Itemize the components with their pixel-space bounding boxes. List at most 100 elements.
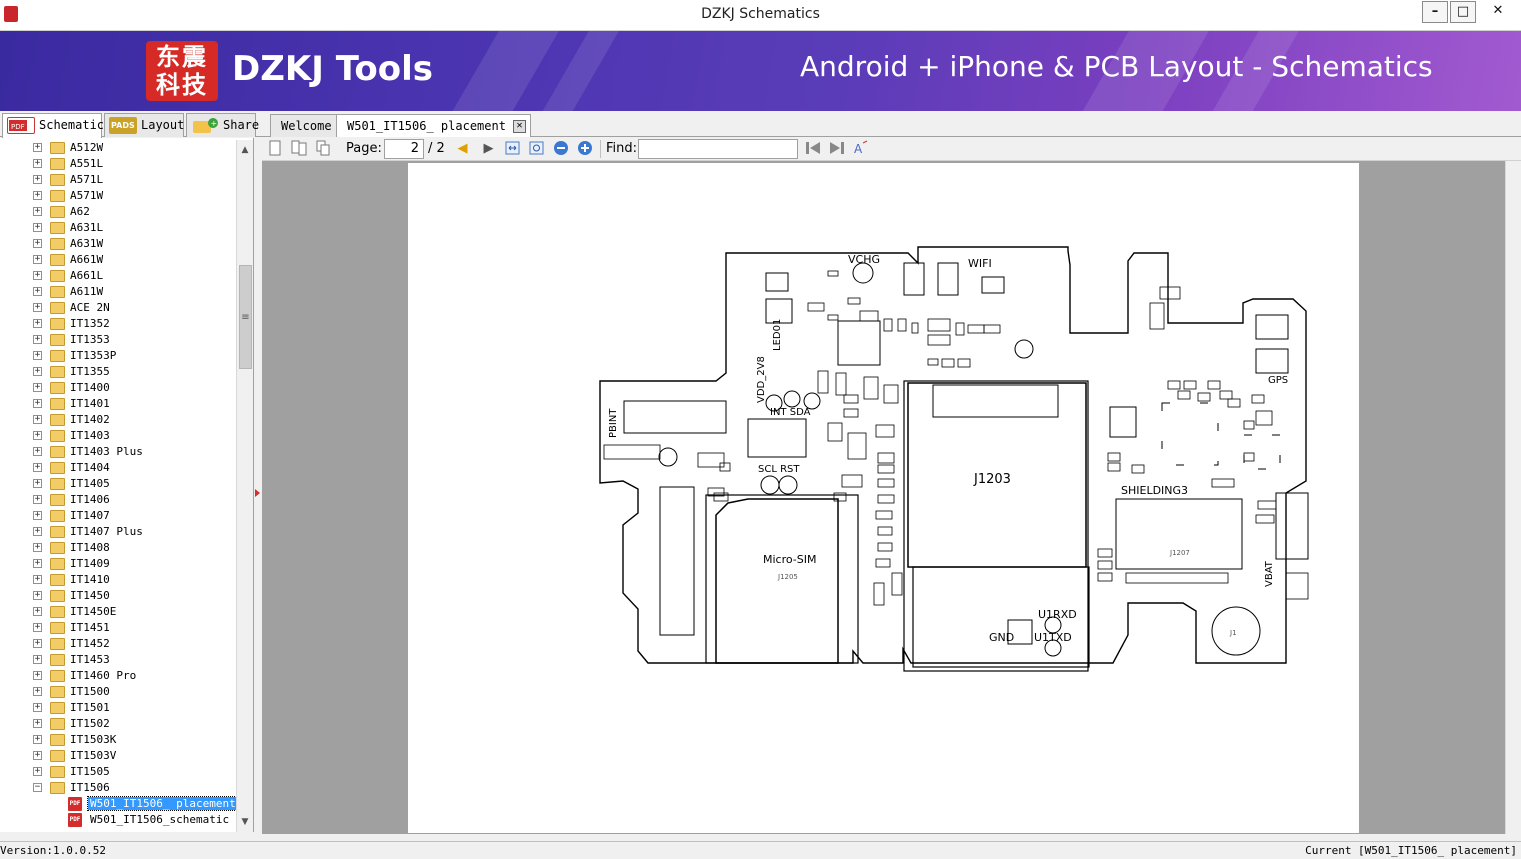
tree-folder-item[interactable]: + IT1353 xyxy=(0,332,236,348)
expand-icon[interactable]: + xyxy=(33,303,42,312)
expand-icon[interactable]: + xyxy=(33,655,42,664)
expand-icon[interactable]: + xyxy=(33,639,42,648)
minimize-button[interactable]: – xyxy=(1422,1,1448,23)
expand-icon[interactable]: + xyxy=(33,191,42,200)
expand-icon[interactable]: + xyxy=(33,623,42,632)
zoom-out-icon[interactable] xyxy=(552,140,569,157)
tree-folder-item[interactable]: + IT1405 xyxy=(0,476,236,492)
tab-schematic[interactable]: PDF Schematic xyxy=(2,113,104,138)
collapse-arrow-icon[interactable] xyxy=(255,489,260,497)
expand-icon[interactable]: + xyxy=(33,431,42,440)
expand-icon[interactable]: + xyxy=(33,607,42,616)
fit-page-icon[interactable] xyxy=(528,140,545,157)
expand-icon[interactable]: + xyxy=(33,575,42,584)
expand-icon[interactable]: + xyxy=(33,223,42,232)
tree-folder-item[interactable]: + A571W xyxy=(0,188,236,204)
tree-folder-item[interactable]: + ACE 2N xyxy=(0,300,236,316)
tree-folder-item[interactable]: + IT1453 xyxy=(0,652,236,668)
two-page-icon[interactable] xyxy=(290,140,307,157)
expand-icon[interactable]: + xyxy=(33,767,42,776)
expand-icon[interactable]: + xyxy=(33,351,42,360)
tree-folder-item[interactable]: + IT1406 xyxy=(0,492,236,508)
expand-icon[interactable]: + xyxy=(33,527,42,536)
tree-folder-item[interactable]: + IT1403 Plus xyxy=(0,444,236,460)
tree-folder-item[interactable]: + IT1503K xyxy=(0,732,236,748)
tree-folder-item[interactable]: + A551L xyxy=(0,156,236,172)
expand-icon[interactable]: + xyxy=(33,671,42,680)
collapse-icon[interactable]: − xyxy=(33,783,42,792)
tree-folder-item[interactable]: + IT1500 xyxy=(0,684,236,700)
find-next-icon[interactable] xyxy=(828,140,845,157)
tree-folder-item[interactable]: + IT1403 xyxy=(0,428,236,444)
tree-folder-item[interactable]: + IT1404 xyxy=(0,460,236,476)
pdf-viewer[interactable]: J1203 U1RXD U1TXD GND Micro-SIM J1205 PB… xyxy=(262,161,1506,834)
tab-share[interactable]: + Share xyxy=(186,113,259,137)
tab-placement[interactable]: W501_IT1506_ placement ✕ xyxy=(336,114,531,138)
expand-icon[interactable]: + xyxy=(33,543,42,552)
expand-icon[interactable]: + xyxy=(33,255,42,264)
expand-icon[interactable]: + xyxy=(33,399,42,408)
tree-folder-item[interactable]: + IT1450E xyxy=(0,604,236,620)
tree-folder-item[interactable]: + IT1452 xyxy=(0,636,236,652)
expand-icon[interactable]: + xyxy=(33,495,42,504)
tree-folder-item[interactable]: + A512W xyxy=(0,140,236,156)
tree-folder-item[interactable]: + IT1503V xyxy=(0,748,236,764)
tree-folder-item[interactable]: + IT1408 xyxy=(0,540,236,556)
tree-folder-item[interactable]: + IT1352 xyxy=(0,316,236,332)
tree-folder-item[interactable]: + A571L xyxy=(0,172,236,188)
expand-icon[interactable]: + xyxy=(33,367,42,376)
expand-icon[interactable]: + xyxy=(33,239,42,248)
scroll-up-icon[interactable]: ▲ xyxy=(237,142,253,158)
tree-folder-item[interactable]: + IT1502 xyxy=(0,716,236,732)
find-input[interactable] xyxy=(638,139,798,159)
viewer-scrollbar[interactable]: ▲ ≡ ▼ xyxy=(1505,161,1506,834)
tree-folder-item[interactable]: + A631W xyxy=(0,236,236,252)
tree-folder-item[interactable]: + IT1407 xyxy=(0,508,236,524)
expand-icon[interactable]: + xyxy=(33,463,42,472)
page-number-input[interactable]: 2 xyxy=(384,139,424,159)
expand-icon[interactable]: + xyxy=(33,735,42,744)
expand-icon[interactable]: + xyxy=(33,319,42,328)
scroll-down-icon[interactable]: ▼ xyxy=(237,814,253,830)
expand-icon[interactable]: + xyxy=(33,703,42,712)
single-page-icon[interactable] xyxy=(266,140,283,157)
continuous-page-icon[interactable] xyxy=(314,140,331,157)
expand-icon[interactable]: + xyxy=(33,159,42,168)
expand-icon[interactable]: + xyxy=(33,751,42,760)
tab-welcome[interactable]: Welcome xyxy=(270,114,343,137)
tree-folder-item[interactable]: + IT1400 xyxy=(0,380,236,396)
expand-icon[interactable]: + xyxy=(33,207,42,216)
fit-width-icon[interactable] xyxy=(504,140,521,157)
highlight-text-icon[interactable]: A xyxy=(852,140,869,157)
tab-layout[interactable]: PADS Layout xyxy=(104,113,184,137)
expand-icon[interactable]: + xyxy=(33,143,42,152)
next-page-icon[interactable]: ▶ xyxy=(480,140,497,157)
tree-folder-item[interactable]: + IT1355 xyxy=(0,364,236,380)
tree-folder-item[interactable]: + IT1409 xyxy=(0,556,236,572)
tree-folder-item[interactable]: + IT1402 xyxy=(0,412,236,428)
maximize-button[interactable]: □ xyxy=(1450,1,1476,23)
expand-icon[interactable]: + xyxy=(33,479,42,488)
expand-icon[interactable]: + xyxy=(33,175,42,184)
tree-folder-item[interactable]: + A62 xyxy=(0,204,236,220)
expand-icon[interactable]: + xyxy=(33,287,42,296)
zoom-in-icon[interactable] xyxy=(576,140,593,157)
expand-icon[interactable]: + xyxy=(33,687,42,696)
tree-folder-item[interactable]: + IT1451 xyxy=(0,620,236,636)
tree-folder-item[interactable]: + IT1501 xyxy=(0,700,236,716)
panel-splitter[interactable] xyxy=(254,137,262,834)
expand-icon[interactable]: + xyxy=(33,271,42,280)
tree-folder-item[interactable]: + IT1410 xyxy=(0,572,236,588)
tree-folder-item[interactable]: + IT1407 Plus xyxy=(0,524,236,540)
find-previous-icon[interactable] xyxy=(804,140,821,157)
expand-icon[interactable]: + xyxy=(33,559,42,568)
expand-icon[interactable]: + xyxy=(33,511,42,520)
scroll-thumb[interactable]: ≡ xyxy=(239,265,252,369)
expand-icon[interactable]: + xyxy=(33,719,42,728)
tree-file-item[interactable]: PDF W501_IT1506_ placement xyxy=(0,796,239,812)
expand-icon[interactable]: + xyxy=(33,447,42,456)
tree-folder-item[interactable]: + A661L xyxy=(0,268,236,284)
previous-page-icon[interactable]: ◀ xyxy=(454,140,471,157)
expand-icon[interactable]: + xyxy=(33,335,42,344)
tree-folder-item[interactable]: + IT1505 xyxy=(0,764,236,780)
